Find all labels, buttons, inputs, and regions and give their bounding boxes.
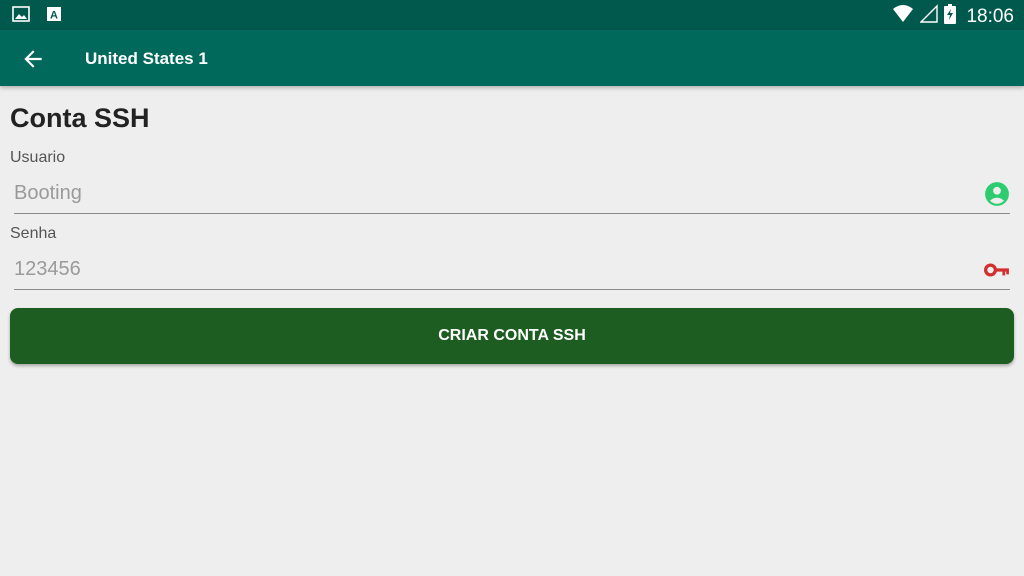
cell-signal-icon: [919, 4, 939, 29]
key-icon: [984, 257, 1010, 283]
password-label: Senha: [10, 225, 57, 242]
status-left-icons: A: [12, 6, 62, 27]
username-label: Usuario: [10, 149, 66, 166]
status-right-icons: 18:06: [892, 4, 1014, 29]
password-input[interactable]: [14, 255, 964, 283]
svg-text:A: A: [50, 10, 58, 22]
back-button[interactable]: [20, 46, 46, 72]
image-icon: [12, 6, 30, 27]
arrow-left-icon: [24, 50, 42, 68]
battery-charging-icon: [944, 4, 957, 29]
username-input[interactable]: [14, 179, 964, 207]
password-field-container: [14, 249, 1010, 290]
ssh-account-form: Conta SSH Usuario Senha CRIAR CONTA SSH: [10, 100, 1014, 364]
create-ssh-account-button[interactable]: CRIAR CONTA SSH: [10, 308, 1014, 364]
username-field-container: [14, 173, 1010, 214]
status-time: 18:06: [966, 5, 1014, 27]
account-circle-icon: [984, 181, 1010, 207]
app-toolbar: United States 1: [0, 30, 1024, 86]
wifi-icon: [892, 4, 914, 29]
a-letter-icon: A: [46, 6, 62, 27]
status-bar: A 18:06: [0, 0, 1024, 30]
toolbar-title: United States 1: [85, 49, 208, 68]
page-title: Conta SSH: [10, 103, 150, 133]
